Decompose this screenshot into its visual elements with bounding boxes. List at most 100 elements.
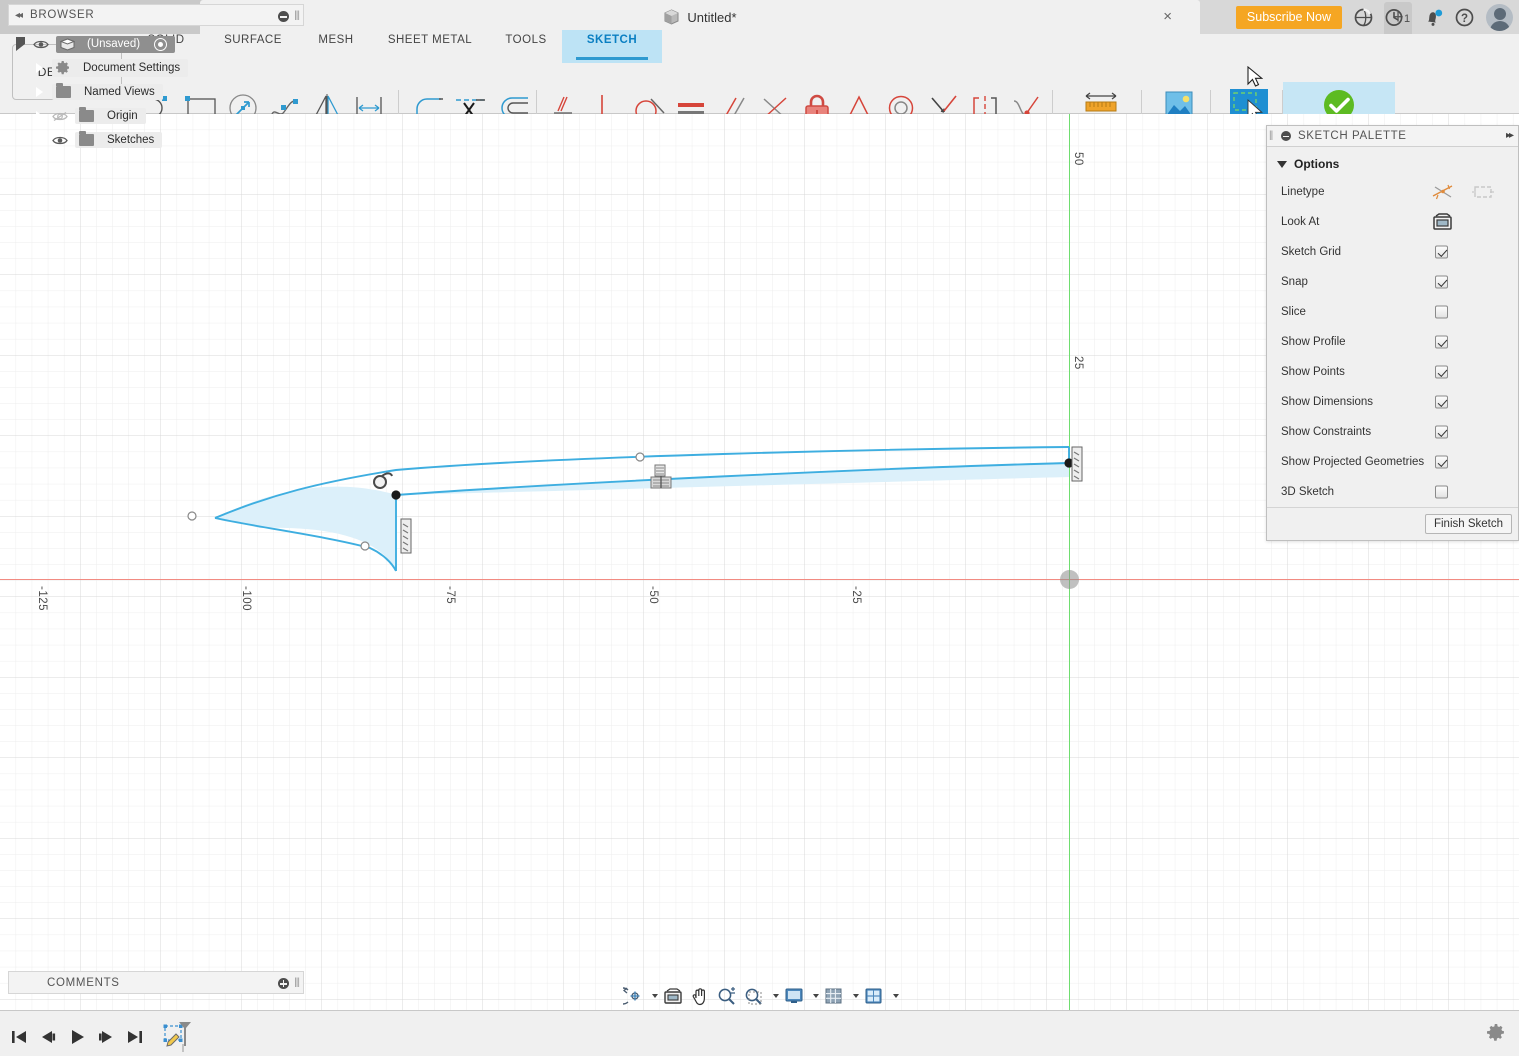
document-tab-strip: Untitled* × + — [200, 0, 1412, 34]
fix-constraint-marker[interactable] — [400, 518, 412, 559]
linetype-centerline-icon[interactable] — [1472, 184, 1494, 200]
browser-item-named-views-label: Named Views — [84, 86, 155, 98]
browser-item-origin-label: Origin — [107, 110, 138, 122]
browser-item-document-settings[interactable]: Document Settings — [8, 56, 304, 80]
browser-item-origin-pill[interactable]: Origin — [75, 107, 146, 124]
palette-row-show-dimensions: Show Dimensions — [1267, 387, 1518, 417]
zoom-icon[interactable] — [715, 984, 739, 1008]
tab-mesh[interactable]: MESH — [310, 34, 362, 56]
browser-item-root-label: (Unsaved) — [87, 38, 141, 50]
three-d-sketch-checkbox[interactable] — [1435, 485, 1448, 499]
browser-item-sketches[interactable]: Sketches — [8, 128, 304, 152]
sketch-palette-minimize-icon[interactable] — [1281, 131, 1291, 141]
show-dimensions-label: Show Dimensions — [1281, 396, 1374, 408]
grid-snaps-dropdown-icon[interactable] — [849, 984, 859, 1008]
svg-text:?: ? — [1461, 13, 1468, 25]
comments-grip[interactable]: ||| — [294, 977, 300, 988]
expand-triangle-icon[interactable] — [36, 135, 43, 145]
orbit-icon[interactable] — [621, 984, 645, 1008]
zoom-window-icon[interactable] — [742, 984, 766, 1008]
step-forward-icon[interactable] — [95, 1025, 117, 1049]
cube-icon — [60, 37, 75, 51]
palette-row-lookat: Look At — [1267, 207, 1518, 237]
folder-icon — [56, 83, 71, 98]
sketch-palette-expand-icon[interactable]: ▸▸ — [1506, 130, 1514, 141]
viewports-dropdown-icon[interactable] — [889, 984, 899, 1008]
zoom-dropdown-icon[interactable] — [769, 984, 779, 1008]
options-section-header[interactable]: Options — [1267, 147, 1518, 177]
sketch-grid-checkbox[interactable] — [1435, 245, 1448, 259]
notifications-icon[interactable] — [1424, 8, 1443, 27]
visibility-eye-icon[interactable] — [52, 135, 68, 146]
help-icon[interactable]: ? — [1455, 8, 1474, 27]
browser-item-named-views[interactable]: Named Views — [8, 80, 304, 104]
pan-icon[interactable] — [688, 984, 712, 1008]
tab-sheet-metal[interactable]: SHEET METAL — [380, 34, 480, 56]
gear-icon — [56, 61, 69, 75]
coincident-constraint-marker[interactable] — [650, 464, 672, 495]
expand-triangle-icon[interactable] — [36, 87, 43, 97]
show-projected-geometries-checkbox[interactable] — [1435, 455, 1448, 469]
palette-row-show-constraints: Show Constraints — [1267, 417, 1518, 447]
finish-sketch-button[interactable]: Finish Sketch — [1424, 514, 1512, 534]
grid-snaps-icon[interactable] — [822, 984, 846, 1008]
sketch-palette-title: SKETCH PALETTE — [1298, 130, 1407, 142]
show-dimensions-checkbox[interactable] — [1435, 395, 1448, 409]
play-icon[interactable] — [66, 1025, 88, 1049]
account-avatar[interactable] — [1486, 3, 1513, 31]
chevron-down-icon — [1277, 160, 1287, 168]
collapse-triangle-icon[interactable] — [16, 37, 25, 51]
go-to-end-icon[interactable] — [124, 1025, 146, 1049]
show-profile-checkbox[interactable] — [1435, 335, 1448, 349]
document-title: Untitled* — [687, 9, 737, 25]
tab-sketch[interactable]: SKETCH — [562, 30, 662, 63]
y-tick-label-0: 50 — [1072, 152, 1084, 166]
activate-component-radio[interactable] — [154, 37, 168, 51]
viewports-icon[interactable] — [862, 984, 886, 1008]
show-constraints-label: Show Constraints — [1281, 426, 1372, 438]
browser-item-sketches-pill[interactable]: Sketches — [75, 131, 163, 148]
globe-icon[interactable] — [1354, 7, 1373, 27]
fix-constraint-marker-tip[interactable] — [1071, 446, 1083, 487]
browser-minimize-icon[interactable] — [278, 11, 289, 22]
look-at-nav-icon[interactable] — [661, 984, 685, 1008]
slice-checkbox[interactable] — [1435, 305, 1448, 319]
browser-grip[interactable]: ||| — [294, 10, 300, 21]
show-points-checkbox[interactable] — [1435, 365, 1448, 379]
orbit-dropdown-icon[interactable] — [648, 984, 658, 1008]
slice-label: Slice — [1281, 306, 1306, 318]
comments-panel[interactable]: COMMENTS ||| — [8, 971, 304, 994]
collapse-browser-icon[interactable]: ◂◂ — [15, 10, 23, 21]
job-status-icon[interactable]: 1 — [1385, 8, 1412, 27]
add-comment-icon[interactable] — [278, 978, 289, 989]
document-tab[interactable]: Untitled* × — [200, 0, 1200, 34]
snap-checkbox[interactable] — [1435, 275, 1448, 289]
browser-item-named-views-pill[interactable]: Named Views — [52, 83, 163, 100]
tangent-constraint-marker[interactable] — [371, 469, 395, 498]
close-tab-icon[interactable]: × — [1163, 9, 1172, 24]
sketch-origin-point[interactable] — [1060, 570, 1079, 589]
step-back-icon[interactable] — [37, 1025, 59, 1049]
browser-item-root[interactable]: (Unsaved) — [8, 32, 304, 56]
timeline-playback-controls — [8, 1020, 203, 1054]
subscribe-now-button[interactable]: Subscribe Now — [1235, 5, 1342, 29]
browser-item-document-settings-pill[interactable]: Document Settings — [52, 59, 189, 77]
sketch-palette-grip[interactable]: || — [1269, 130, 1273, 141]
timeline-sketch-feature-icon[interactable] — [163, 1020, 203, 1054]
browser-item-origin[interactable]: Origin — [8, 104, 304, 128]
go-to-beginning-icon[interactable] — [8, 1025, 30, 1049]
show-constraints-checkbox[interactable] — [1435, 425, 1448, 439]
x-axis-line — [0, 579, 1519, 580]
visibility-eye-icon[interactable] — [33, 39, 49, 50]
display-settings-dropdown-icon[interactable] — [809, 984, 819, 1008]
expand-triangle-icon[interactable] — [36, 111, 43, 121]
visibility-eye-off-icon[interactable] — [52, 111, 68, 122]
display-settings-icon[interactable] — [782, 984, 806, 1008]
look-at-icon[interactable] — [1432, 213, 1453, 231]
linetype-construction-icon[interactable] — [1432, 183, 1454, 201]
snap-label: Snap — [1281, 276, 1308, 288]
browser-item-root-pill[interactable]: (Unsaved) — [56, 35, 176, 53]
expand-triangle-icon[interactable] — [36, 63, 43, 73]
tab-tools[interactable]: TOOLS — [500, 34, 552, 56]
timeline-settings-gear-icon[interactable] — [1487, 1024, 1505, 1047]
